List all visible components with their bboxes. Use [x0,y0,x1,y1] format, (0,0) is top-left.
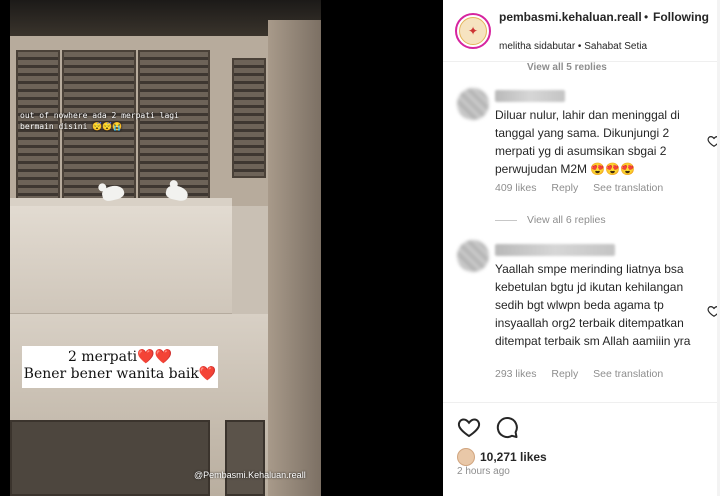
profile-avatar[interactable]: ✦ [455,13,491,49]
post-timestamp: 2 hours ago [457,466,510,477]
liker-avatar [457,448,475,466]
view-replies-button[interactable]: View all 6 replies [495,214,606,226]
video-frame: out of nowhere ada 2 merpati lagi bermai… [10,0,321,496]
video-overlay-text: out of nowhere ada 2 merpati lagi bermai… [20,111,179,131]
comment-meta: 293 likes Reply See translation [495,368,675,380]
commenter-name-blurred[interactable] [495,90,565,102]
video-watermark: @Pembasmi.Kehaluan.reall [194,470,306,480]
comment-meta: 409 likes Reply See translation [495,182,675,194]
comment-text: Diluar nulur, lahir dan meninggal di tan… [495,108,680,176]
header-separator: • [644,10,649,24]
video-shutter [232,58,266,178]
likes-row[interactable]: 10,271 likes [457,447,547,467]
comment-likes[interactable]: 293 likes [495,368,536,380]
see-translation-button[interactable]: See translation [593,182,663,194]
like-count[interactable]: 10,271 likes [480,450,547,464]
post-side-panel: ✦ pembasmi.kehaluan.reall • Following me… [443,0,720,496]
audio-credit[interactable]: melitha sidabutar • Sahabat Setia [499,41,647,52]
commenter-avatar[interactable] [457,240,489,272]
username-link[interactable]: pembasmi.kehaluan.reall [499,10,649,24]
post-header: ✦ pembasmi.kehaluan.reall • Following me… [443,0,720,62]
heart-icon[interactable] [457,415,481,439]
video-caption-box: 2 merpati❤️❤️ Bener bener wanita baik❤️ [22,346,218,388]
comment-reply-button[interactable]: Reply [551,368,578,380]
view-replies-label: View all 6 replies [527,214,606,226]
video-caption-line: Bener bener wanita baik❤️ [23,366,217,382]
view-replies-clipped[interactable]: View all 5 replies [527,62,677,70]
video-player[interactable]: out of nowhere ada 2 merpati lagi bermai… [0,0,443,496]
instagram-post-view: out of nowhere ada 2 merpati lagi bermai… [0,0,720,496]
replies-divider [495,219,517,221]
commenter-avatar[interactable] [457,88,489,120]
comment-icon[interactable] [495,415,519,439]
post-actions: 10,271 likes [443,402,720,496]
avatar-logo-icon: ✦ [459,17,487,45]
view-replies-label: View all 5 replies [527,62,607,70]
commenter-name-blurred[interactable] [495,244,615,256]
video-balcony [10,206,232,314]
video-door [10,420,210,496]
comment-likes[interactable]: 409 likes [495,182,536,194]
video-side-wall [268,20,321,496]
video-caption-line: 2 merpati❤️❤️ [68,349,172,365]
following-button[interactable]: Following [653,10,709,24]
comment-reply-button[interactable]: Reply [551,182,578,194]
see-translation-button[interactable]: See translation [593,368,663,380]
comment-text: Yaallah smpe merinding liatnya bsa kebet… [495,262,691,348]
video-door [225,420,265,496]
